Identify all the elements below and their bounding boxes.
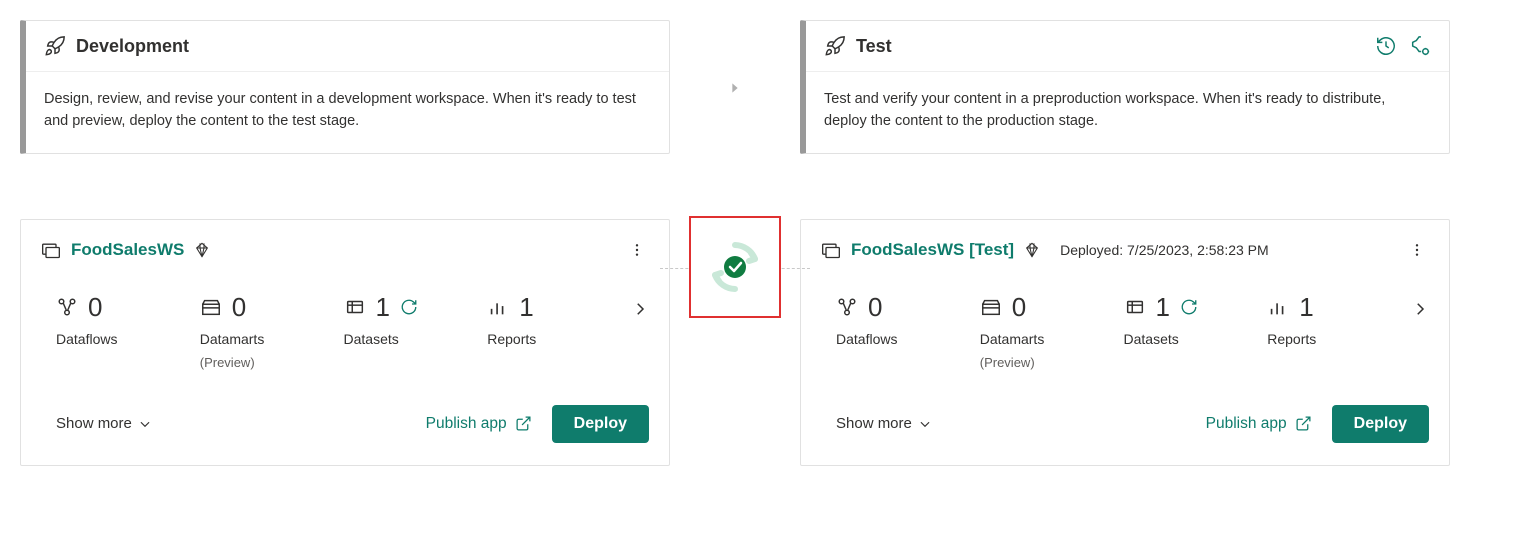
metric-reports: 1 Reports — [487, 292, 631, 347]
external-link-icon — [1295, 415, 1312, 432]
deploy-button[interactable]: Deploy — [1332, 405, 1429, 443]
metric-label: Reports — [1267, 331, 1411, 347]
workspace-name[interactable]: FoodSalesWS — [71, 240, 184, 260]
stage-test: Test — [800, 20, 1450, 466]
refresh-icon[interactable] — [1180, 298, 1198, 316]
datasets-icon — [344, 296, 366, 318]
metric-label: Datamarts — [980, 331, 1124, 347]
reports-icon — [1267, 296, 1289, 318]
workspace-name[interactable]: FoodSalesWS [Test] — [851, 240, 1014, 260]
deploy-button[interactable]: Deploy — [552, 405, 649, 443]
stage-header-test: Test — [800, 20, 1450, 154]
more-menu-button[interactable] — [1405, 238, 1429, 262]
metric-label: Datasets — [344, 331, 488, 347]
metric-value: 1 — [376, 292, 390, 323]
metric-datamarts: 0 Datamarts (Preview) — [980, 292, 1124, 370]
workspace-header: FoodSalesWS [Test] Deployed: 7/25/2023, … — [821, 238, 1429, 262]
scroll-right-button[interactable] — [1411, 292, 1429, 318]
stage-header-top: Development — [26, 21, 669, 72]
publish-app-label: Publish app — [426, 415, 507, 433]
settings-icon[interactable] — [1409, 35, 1431, 57]
metric-value: 1 — [1299, 292, 1313, 323]
metric-datasets: 1 Datasets — [1124, 292, 1268, 347]
metric-label: Datasets — [1124, 331, 1268, 347]
show-more-button[interactable]: Show more — [836, 415, 932, 432]
metric-label: Dataflows — [836, 331, 980, 347]
metric-datasets: 1 Datasets — [344, 292, 488, 347]
premium-icon — [194, 242, 210, 258]
sync-indicator-wrap — [670, 96, 800, 318]
workspace-icon — [41, 240, 61, 260]
stage-development: Development Design, review, and revise y… — [20, 20, 670, 466]
metric-datamarts: 0 Datamarts (Preview) — [200, 292, 344, 370]
metric-label: Datamarts — [200, 331, 344, 347]
publish-app-label: Publish app — [1206, 415, 1287, 433]
show-more-label: Show more — [836, 415, 912, 432]
datamarts-icon — [980, 296, 1002, 318]
workspace-icon — [821, 240, 841, 260]
show-more-button[interactable]: Show more — [56, 415, 152, 432]
deployed-timestamp: Deployed: 7/25/2023, 2:58:23 PM — [1060, 242, 1269, 258]
metric-label: Reports — [487, 331, 631, 347]
stage-description: Design, review, and revise your content … — [26, 72, 669, 153]
workspace-footer: Show more Publish app — [821, 405, 1429, 443]
datamarts-icon — [200, 296, 222, 318]
metric-dataflows: 0 Dataflows — [56, 292, 200, 347]
pipeline-container: Development Design, review, and revise y… — [20, 20, 1500, 466]
stage-title: Test — [856, 36, 892, 57]
metric-value: 0 — [232, 292, 246, 323]
metric-sublabel: (Preview) — [200, 355, 344, 370]
metric-value: 0 — [1012, 292, 1026, 323]
workspace-footer: Show more Publish app — [41, 405, 649, 443]
workspace-header: FoodSalesWS — [41, 238, 649, 262]
refresh-icon[interactable] — [400, 298, 418, 316]
premium-icon — [1024, 242, 1040, 258]
external-link-icon — [515, 415, 532, 432]
reports-icon — [487, 296, 509, 318]
workspace-card-test: FoodSalesWS [Test] Deployed: 7/25/2023, … — [800, 219, 1450, 466]
history-icon[interactable] — [1375, 35, 1397, 57]
chevron-down-icon — [918, 417, 932, 431]
stage-header-development: Development Design, review, and revise y… — [20, 20, 670, 154]
metrics-row: 0 Dataflows 0 Datamarts — [41, 292, 649, 370]
rocket-icon — [44, 35, 66, 57]
stage-description: Test and verify your content in a prepro… — [806, 72, 1449, 153]
metric-value: 1 — [519, 292, 533, 323]
stage-arrow — [670, 20, 800, 96]
dataflows-icon — [56, 296, 78, 318]
show-more-label: Show more — [56, 415, 132, 432]
stage-title: Development — [76, 36, 189, 57]
rocket-icon — [824, 35, 846, 57]
metric-reports: 1 Reports — [1267, 292, 1411, 347]
stage-header-top: Test — [806, 21, 1449, 72]
workspace-card-dev: FoodSalesWS — [20, 219, 670, 466]
dataflows-icon — [836, 296, 858, 318]
chevron-down-icon — [138, 417, 152, 431]
metric-value: 0 — [868, 292, 882, 323]
publish-app-button[interactable]: Publish app — [1206, 415, 1312, 433]
sync-status-box — [689, 216, 781, 318]
metric-value: 0 — [88, 292, 102, 323]
scroll-right-button[interactable] — [631, 292, 649, 318]
metric-value: 1 — [1156, 292, 1170, 323]
publish-app-button[interactable]: Publish app — [426, 415, 532, 433]
metric-label: Dataflows — [56, 331, 200, 347]
metric-sublabel: (Preview) — [980, 355, 1124, 370]
more-menu-button[interactable] — [625, 238, 649, 262]
metric-dataflows: 0 Dataflows — [836, 292, 980, 347]
metrics-row: 0 Dataflows 0 Datamarts — [821, 292, 1429, 370]
datasets-icon — [1124, 296, 1146, 318]
